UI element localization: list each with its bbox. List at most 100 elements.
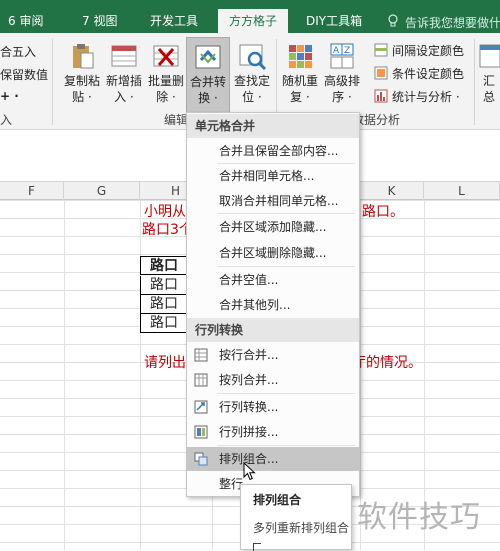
column-header-g[interactable]: G [64,182,140,200]
column-header-k[interactable]: K [360,182,424,200]
column-header-f[interactable]: F [0,182,64,200]
group-separator [474,39,475,125]
interval-color-button[interactable]: 间隔设定颜色 [374,41,464,61]
menu-separator [217,266,355,267]
menu-item-unmerge-same[interactable]: 取消合并相同单元格... [187,189,359,213]
table-cell[interactable]: 路口 [140,276,188,295]
delete-table-icon [151,41,181,71]
stats-icon [374,89,388,103]
add-insert-label-1: 新增插 [105,74,142,88]
clipboard-icon [67,41,97,71]
merge-convert-label-1: 合并转 [189,75,226,89]
mouse-cursor-icon [243,462,256,481]
menu-item-merge-keep-all[interactable]: 合并且保留全部内容... [187,139,359,163]
batch-delete-label-2: 除 · [156,90,176,104]
summary-button[interactable]: 汇 总 [478,37,500,105]
add-insert-button[interactable]: 新增插 入 · [102,37,146,105]
summary-icon [478,41,500,71]
transpose-icon [194,400,208,414]
row-merge-icon [194,348,208,362]
menu-item-label: 合并区域添加隐藏... [219,220,327,234]
grid-line [64,200,65,550]
advanced-sort-button[interactable]: AZ 高级排 序 · [320,37,364,105]
sheet-text-line1-left: 小明从 [144,204,186,220]
table-cell[interactable]: 路口 [140,295,188,314]
watermark: 软件技巧 [357,500,481,535]
copy-paste-button[interactable]: 复制粘 贴 · [60,37,104,105]
random-grid-icon [285,41,315,71]
permutation-icon [194,452,208,466]
menu-item-merge-other-columns[interactable]: 合并其他列... [187,293,359,317]
menu-item-row-col-convert[interactable]: 行列转换... [187,395,359,419]
interval-color-icon [374,43,388,57]
tab-fangfang[interactable]: 方方格子 [218,9,289,33]
menu-item-merge-by-row[interactable]: 按行合并... [187,343,359,367]
add-insert-label-2: 入 · [114,90,134,104]
random-repeat-label-1: 随机重 [281,74,318,88]
menu-item-label: 行列转换... [219,400,279,414]
menu-item-label: 合并且保留全部内容... [219,144,339,158]
menu-item-label: 按行合并... [219,348,279,362]
batch-delete-button[interactable]: 批量删 除 · [144,37,188,105]
sheet-text-line3-right: 厅的情况。 [352,355,422,371]
sort-az-icon: AZ [327,41,357,71]
column-header-l[interactable]: L [424,182,500,200]
menu-separator [217,213,355,214]
menu-item-label: 行列拼接... [219,425,279,439]
svg-text:Z: Z [344,46,350,56]
join-icon [194,425,208,439]
tab-developer[interactable]: 开发工具 [150,9,198,33]
merge-convert-button[interactable]: 合并转 换 · [186,37,230,113]
menu-separator [217,445,355,446]
table-cell[interactable]: 路口 [140,314,188,333]
find-locate-label-1: 查找定 [233,74,270,88]
menu-item-merge-by-column[interactable]: 按列合并... [187,368,359,392]
cond-color-label: 条件设定颜色 [392,67,465,81]
tab-view[interactable]: 7 视图 [82,9,117,33]
lightbulb-icon [388,14,398,27]
column-merge-icon [194,373,208,387]
summary-label-2: 总 [482,90,495,104]
menu-item-merge-empty[interactable]: 合并空值... [187,268,359,292]
table-header-cell[interactable]: 路口 [140,256,188,275]
menu-item-row-col-join[interactable]: 行列拼接... [187,420,359,444]
stats-analysis-button[interactable]: 统计与分析 · [374,87,460,107]
group-separator [52,39,53,125]
menu-item-permutation[interactable]: 排列组合... [187,447,359,471]
find-locate-button[interactable]: 查找定 位 · [230,37,274,105]
magnifier-table-icon [237,41,267,71]
sheet-text-line3-left: 请列出 [144,355,186,371]
menu-header-row-col: 行列转换 [187,318,359,342]
tab-diy[interactable]: DIY工具箱 [306,9,362,33]
merge-convert-menu: 单元格合并 合并且保留全部内容... 合并相同单元格... 取消合并相同单元格.… [186,112,360,497]
menu-item-merge-remove-hidden[interactable]: 合并区域删除隐藏... [187,241,359,265]
plus-button[interactable]: + · [0,89,19,103]
group-label-left: 入 [0,113,13,127]
round-button[interactable]: 合五入 [0,43,36,60]
tab-review[interactable]: 6 审阅 [8,9,43,33]
tell-me-search[interactable]: 告诉我您想要做什么 [405,14,500,31]
svg-text:A: A [333,46,340,56]
copy-paste-label-2: 贴 · [72,90,92,104]
menu-item-label: 取消合并相同单元格... [219,194,339,208]
interval-color-label: 间隔设定颜色 [392,44,465,58]
menu-item-merge-add-hidden[interactable]: 合并区域添加隐藏... [187,215,359,239]
menu-separator [217,393,355,394]
keep-value-button[interactable]: 保留数值 [0,66,48,83]
tooltip-title: 排列组合 [253,493,302,507]
merge-convert-icon [193,42,223,72]
cond-color-button[interactable]: 条件设定颜色 [374,64,464,84]
merge-convert-label-2: 换 · [198,91,218,105]
copy-paste-label-1: 复制粘 [63,74,100,88]
find-locate-label-2: 位 · [242,90,262,104]
menu-item-label: 按列合并... [219,373,279,387]
group-label-edit: 编辑 [164,113,189,127]
random-repeat-button[interactable]: 随机重 复 · [278,37,322,105]
permutation-tooltip: 排列组合 多列重新排列组合 [240,484,352,551]
summary-label-1: 汇 [482,74,495,88]
menu-item-merge-same[interactable]: 合并相同单元格... [187,164,359,188]
random-repeat-label-2: 复 · [290,90,310,104]
menu-item-label: 合并区域删除隐藏... [219,246,327,260]
insert-table-icon [109,41,139,71]
stats-label: 统计与分析 · [392,90,460,104]
